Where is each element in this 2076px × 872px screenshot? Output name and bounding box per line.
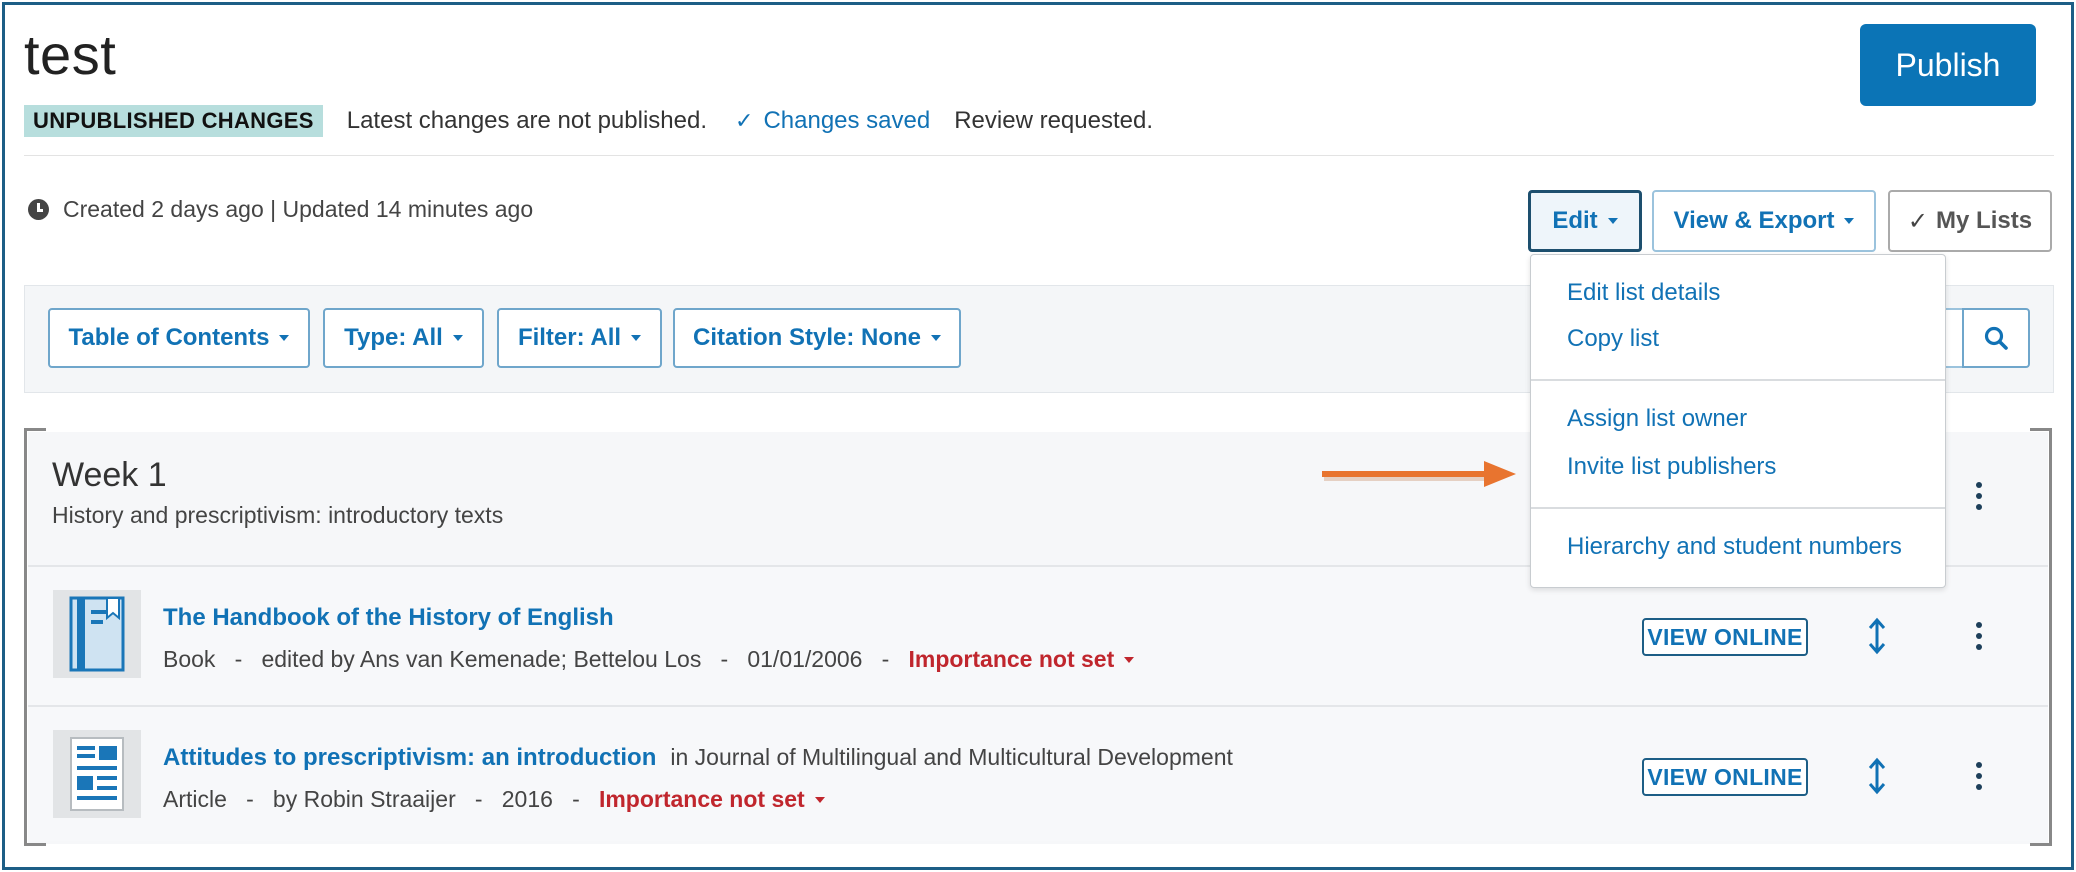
status-row: UNPUBLISHED CHANGES Latest changes are n…	[24, 104, 1153, 138]
citation-style-dropdown[interactable]: Citation Style: None	[673, 308, 961, 368]
item-title-link[interactable]: Attitudes to prescriptivism: an introduc…	[163, 744, 656, 772]
annotation-arrow	[1322, 461, 1516, 487]
changes-saved: ✓ Changes saved	[735, 107, 930, 135]
meta-separator: -	[720, 646, 729, 672]
meta-separator: -	[246, 786, 254, 812]
kebab-dot	[1976, 504, 1982, 510]
item-more-menu[interactable]	[1964, 756, 1994, 796]
edit-button[interactable]: Edit	[1528, 190, 1642, 252]
changes-saved-label: Changes saved	[763, 107, 931, 134]
item-date: 01/01/2006	[747, 646, 863, 672]
page-title: test	[24, 23, 117, 86]
item-type: Book	[163, 646, 216, 672]
edit-button-label: Edit	[1552, 207, 1598, 234]
item-title-link[interactable]: The Handbook of the History of English	[163, 604, 614, 632]
review-status-text: Review requested.	[954, 107, 1153, 134]
type-filter-dropdown[interactable]: Type: All	[323, 308, 484, 368]
meta-separator: -	[572, 786, 580, 812]
filter-label: Filter: All	[517, 324, 622, 351]
citation-style-label: Citation Style: None	[692, 324, 921, 351]
caret-down-icon	[631, 335, 642, 341]
search-icon	[1984, 326, 2008, 350]
menu-divider	[1531, 507, 1945, 509]
kebab-dot	[1976, 633, 1982, 639]
kebab-dot	[1976, 493, 1982, 499]
header-divider	[24, 155, 2054, 156]
caret-down-icon	[1124, 656, 1135, 663]
list-meta: Created 2 days ago | Updated 14 minutes …	[28, 196, 533, 223]
toc-label: Table of Contents	[68, 324, 270, 351]
check-icon: ✓	[735, 108, 754, 133]
item-heading: Attitudes to prescriptivism: an introduc…	[163, 744, 1233, 772]
item-more-menu[interactable]	[1964, 616, 1994, 656]
created-updated-text: Created 2 days ago | Updated 14 minutes …	[63, 196, 534, 222]
table-of-contents-dropdown[interactable]: Table of Contents	[48, 308, 310, 368]
type-filter-label: Type: All	[344, 324, 443, 351]
check-icon: ✓	[1907, 207, 1929, 235]
kebab-dot	[1976, 773, 1982, 779]
caret-down-icon	[452, 335, 463, 341]
view-export-label: View & Export	[1673, 207, 1835, 234]
kebab-dot	[1976, 482, 1982, 488]
filter-dropdown[interactable]: Filter: All	[497, 308, 662, 368]
menu-divider	[1531, 379, 1945, 381]
caret-down-icon	[1607, 218, 1618, 224]
item-meta: Article - by Robin Straaijer - 2016 - Im…	[163, 786, 825, 813]
item-meta: Book - edited by Ans van Kemenade; Bette…	[163, 646, 1135, 673]
kebab-dot	[1976, 622, 1982, 628]
view-online-button[interactable]: VIEW ONLINE	[1642, 618, 1808, 656]
book-icon	[53, 590, 141, 678]
meta-separator: -	[881, 646, 890, 672]
publish-status-text: Latest changes are not published.	[346, 107, 707, 134]
caret-down-icon	[931, 335, 941, 341]
item-authors: by Robin Straaijer	[272, 786, 456, 812]
caret-down-icon	[814, 796, 825, 803]
view-online-button[interactable]: VIEW ONLINE	[1642, 758, 1808, 796]
my-lists-label: My Lists	[1936, 207, 2033, 234]
my-lists-button[interactable]: ✓ My Lists	[1888, 190, 2052, 252]
section-more-menu[interactable]	[1964, 476, 1994, 516]
clock-icon	[28, 199, 49, 220]
edit-dropdown-menu: Edit list details Copy list Assign list …	[1530, 254, 1946, 588]
kebab-dot	[1976, 644, 1982, 650]
meta-separator: -	[474, 786, 483, 812]
menu-item-invite-list-publishers[interactable]: Invite list publishers	[1567, 453, 1776, 481]
move-updown-icon[interactable]	[1864, 616, 1890, 656]
kebab-dot	[1976, 762, 1982, 768]
meta-separator: -	[234, 646, 243, 672]
publish-button[interactable]: Publish	[1860, 24, 2036, 106]
item-date: 2016	[501, 786, 553, 812]
item-journal: in Journal of Multilingual and Multicult…	[670, 744, 1233, 770]
importance-label: Importance not set	[908, 646, 1115, 672]
importance-label: Importance not set	[598, 786, 805, 812]
section-title: Week 1	[52, 456, 167, 494]
item-type: Article	[163, 786, 227, 812]
caret-down-icon	[279, 335, 290, 341]
section-subtitle: History and prescriptivism: introductory…	[52, 502, 504, 528]
item-authors: edited by Ans van Kemenade; Bettelou Los	[261, 646, 702, 672]
article-icon	[53, 730, 141, 818]
caret-down-icon	[1844, 218, 1855, 224]
view-export-button[interactable]: View & Export	[1652, 190, 1876, 252]
importance-dropdown[interactable]: Importance not set	[908, 646, 1135, 673]
unpublished-badge: UNPUBLISHED CHANGES	[24, 105, 323, 137]
importance-dropdown[interactable]: Importance not set	[599, 786, 825, 813]
menu-item-copy-list[interactable]: Copy list	[1567, 325, 1659, 353]
menu-item-edit-list-details[interactable]: Edit list details	[1567, 279, 1720, 307]
menu-item-hierarchy-student-numbers[interactable]: Hierarchy and student numbers	[1567, 533, 1902, 561]
kebab-dot	[1976, 784, 1982, 790]
search-button[interactable]	[1962, 308, 2030, 368]
menu-item-assign-list-owner[interactable]: Assign list owner	[1567, 405, 1747, 433]
move-updown-icon[interactable]	[1864, 756, 1890, 796]
